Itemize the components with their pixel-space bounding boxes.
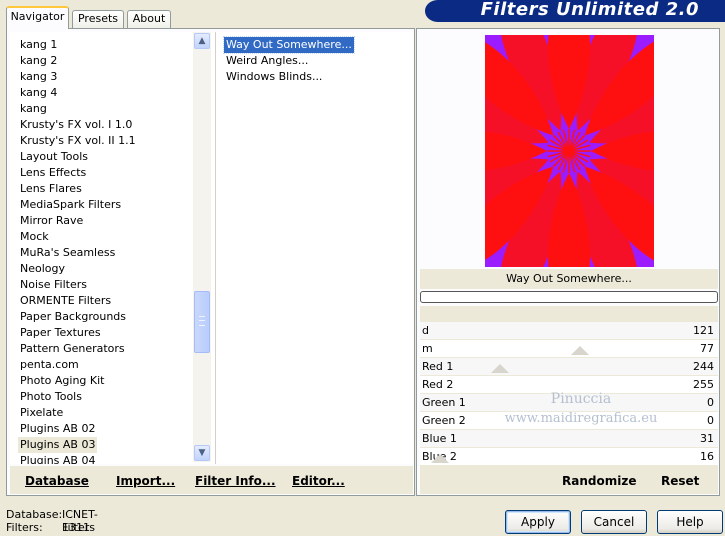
category-item[interactable]: Photo Tools — [18, 389, 84, 405]
slider-thumb-icon[interactable] — [571, 346, 589, 355]
preview-panel: Way Out Somewhere... d 121 m 77 Red 1 244 Red … — [416, 28, 720, 496]
param-row[interactable]: m 77 — [420, 340, 718, 358]
category-item[interactable]: Plugins AB 02 — [18, 421, 97, 437]
scroll-up-button[interactable]: ▲ — [194, 33, 210, 49]
category-item[interactable]: Photo Aging Kit — [18, 373, 106, 389]
param-name: d — [422, 324, 429, 337]
category-item[interactable]: kang — [18, 101, 49, 117]
category-item[interactable]: kang 1 — [18, 37, 59, 53]
cancel-button[interactable]: Cancel — [581, 510, 647, 534]
param-value: 77 — [700, 342, 714, 355]
param-row[interactable]: Red 2 255 — [420, 376, 718, 394]
filters-count: 1311 — [62, 521, 90, 534]
editor-button[interactable]: Editor... — [292, 474, 345, 488]
category-item[interactable]: Mirror Rave — [18, 213, 85, 229]
param-value: 31 — [700, 432, 714, 445]
param-name: Green 1 — [422, 396, 466, 409]
category-item[interactable]: Layout Tools — [18, 149, 90, 165]
category-item[interactable]: Krusty's FX vol. II 1.1 — [18, 133, 138, 149]
category-item[interactable]: Pattern Generators — [18, 341, 127, 357]
param-name: Green 2 — [422, 414, 466, 427]
randomize-button[interactable]: Randomize — [562, 474, 636, 488]
apply-button[interactable]: Apply — [505, 510, 571, 534]
category-item[interactable]: Paper Textures — [18, 325, 103, 341]
slider-thumb-icon[interactable] — [431, 454, 449, 463]
database-label: Database: — [6, 508, 63, 521]
progress-bar — [420, 291, 718, 303]
param-name: Red 1 — [422, 360, 454, 373]
tab-navigator[interactable]: Navigator — [6, 6, 69, 29]
navigator-panel: kang 1 kang 2 kang 3 kang 4 kang Krusty's FX … — [6, 28, 415, 496]
category-item[interactable]: Lens Effects — [18, 165, 88, 181]
reset-button[interactable]: Reset — [661, 474, 699, 488]
param-row[interactable]: Blue 2 16 — [420, 448, 718, 466]
preview-actions: Randomize Reset — [420, 466, 718, 494]
preview-image — [485, 35, 654, 267]
category-item[interactable]: Krusty's FX vol. I 1.0 — [18, 117, 134, 133]
param-row[interactable]: Green 1 0 — [420, 394, 718, 412]
param-name: Red 2 — [422, 378, 454, 391]
navigator-actions: Database Import... Filter Info... Editor… — [10, 466, 413, 494]
scroll-down-button[interactable]: ▼ — [194, 445, 210, 461]
category-list[interactable]: kang 1 kang 2 kang 3 kang 4 kang Krusty's FX … — [10, 32, 215, 464]
title-banner: Filters Unlimited 2.0 — [425, 0, 725, 22]
category-scrollbar[interactable]: ▲ ▼ — [193, 32, 211, 462]
param-row[interactable]: Green 2 0 — [420, 412, 718, 430]
param-value: 255 — [693, 378, 714, 391]
param-value: 121 — [693, 324, 714, 337]
param-name: Blue 1 — [422, 432, 457, 445]
filter-list[interactable]: Way Out Somewhere... Weird Angles... Windo… — [215, 32, 413, 464]
scroll-thumb[interactable] — [194, 291, 210, 353]
category-item[interactable]: ORMENTE Filters — [18, 293, 113, 309]
category-item[interactable]: kang 4 — [18, 85, 59, 101]
tab-about[interactable]: About — [127, 10, 171, 28]
category-item[interactable]: Mock — [18, 229, 51, 245]
category-item[interactable]: Lens Flares — [18, 181, 84, 197]
category-item[interactable]: Neology — [18, 261, 67, 277]
category-item[interactable]: Paper Backgrounds — [18, 309, 128, 325]
param-value: 244 — [693, 360, 714, 373]
app-title: Filters Unlimited 2.0 — [480, 0, 699, 20]
param-name: m — [422, 342, 433, 355]
category-item[interactable]: Plugins AB 04 — [18, 453, 97, 464]
slider-thumb-icon[interactable] — [491, 364, 509, 373]
category-item[interactable]: Plugins AB 03 — [18, 437, 98, 453]
sliders-header — [420, 306, 718, 322]
filter-item[interactable]: Way Out Somewhere... — [223, 36, 355, 54]
param-value: 0 — [707, 414, 714, 427]
import-button[interactable]: Import... — [116, 474, 175, 488]
param-row[interactable]: Blue 1 31 — [420, 430, 718, 448]
filter-name-caption: Way Out Somewhere... — [420, 269, 718, 289]
category-item[interactable]: kang 3 — [18, 69, 59, 85]
category-item[interactable]: MuRa's Seamless — [18, 245, 117, 261]
filter-item[interactable]: Weird Angles... — [224, 53, 310, 69]
filters-label: Filters: — [6, 521, 43, 534]
param-row[interactable]: Red 1 244 — [420, 358, 718, 376]
grip-icon — [199, 316, 205, 326]
filter-item[interactable]: Windows Blinds... — [224, 69, 324, 85]
param-value: 16 — [700, 450, 714, 463]
param-value: 0 — [707, 396, 714, 409]
help-button[interactable]: Help — [657, 510, 723, 534]
database-button[interactable]: Database — [25, 474, 89, 488]
param-row[interactable]: d 121 — [420, 322, 718, 340]
filter-info-button[interactable]: Filter Info... — [195, 474, 276, 488]
category-item[interactable]: kang 2 — [18, 53, 59, 69]
category-item[interactable]: MediaSpark Filters — [18, 197, 123, 213]
category-item[interactable]: Noise Filters — [18, 277, 89, 293]
category-item[interactable]: penta.com — [18, 357, 81, 373]
category-item[interactable]: Pixelate — [18, 405, 65, 421]
tab-presets[interactable]: Presets — [72, 10, 124, 28]
